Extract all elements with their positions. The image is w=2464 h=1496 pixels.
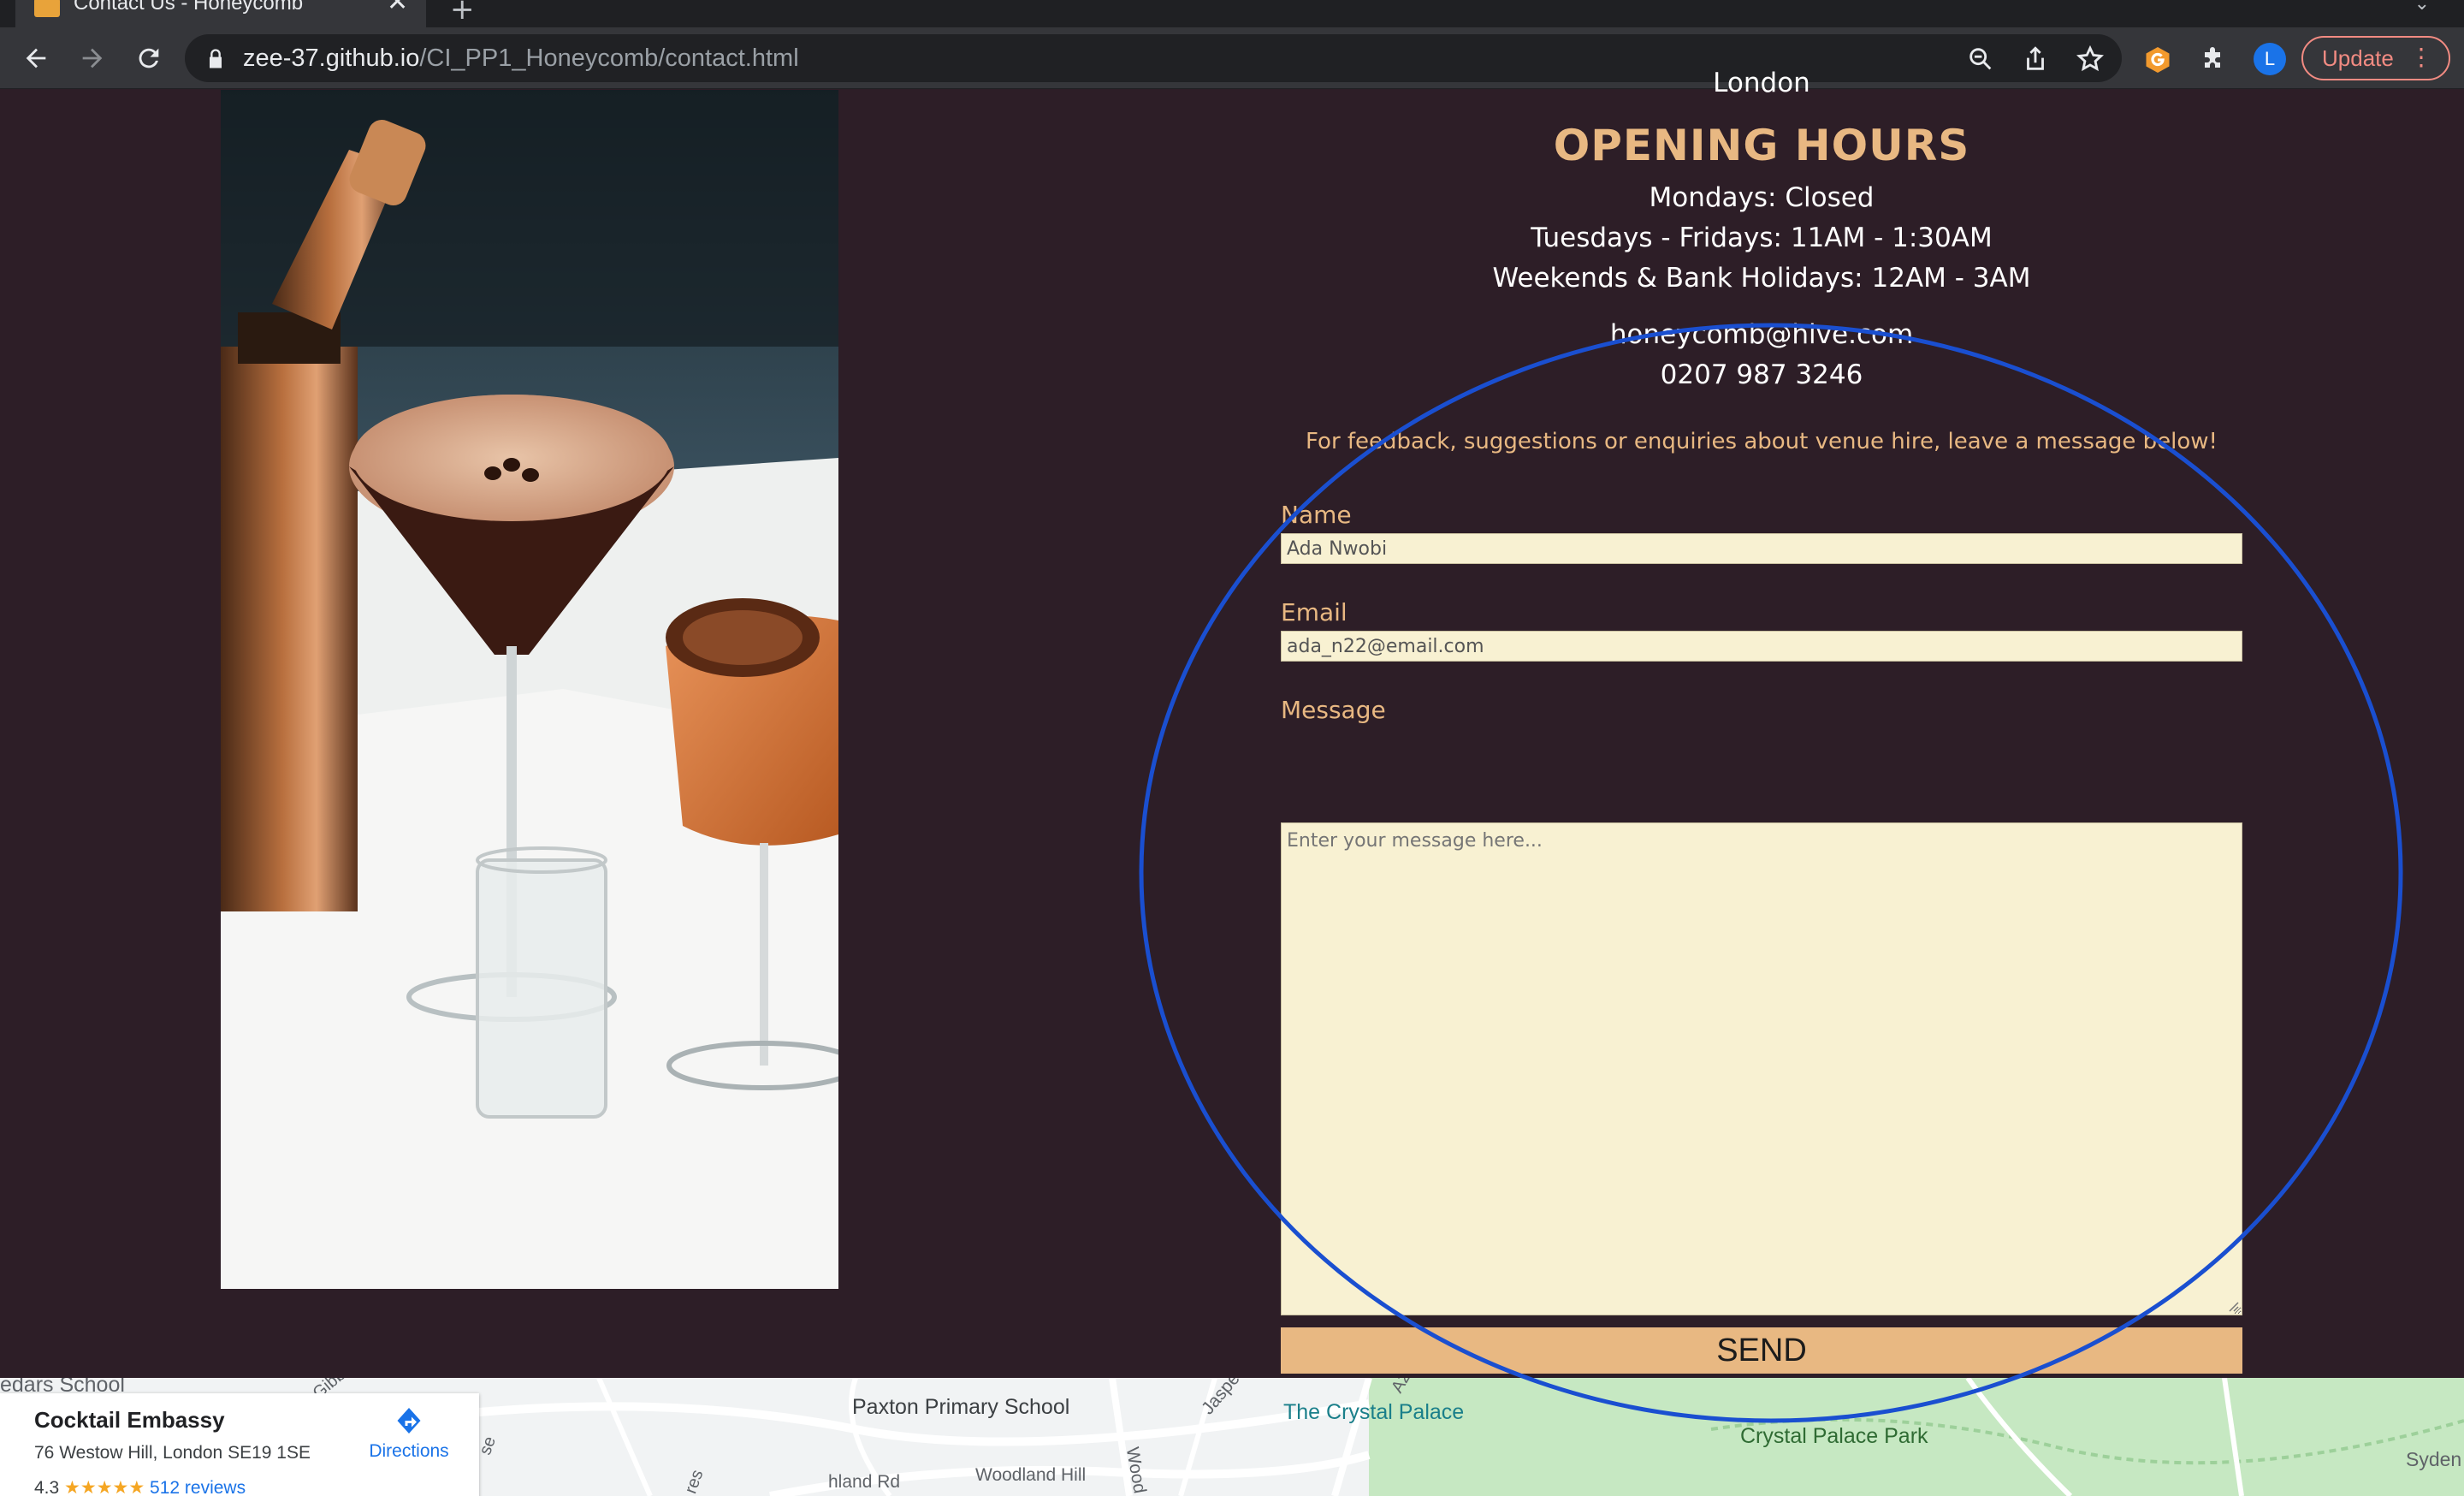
tab-title: Contact Us - Honeycomb <box>74 0 304 15</box>
hours-line-weekends: Weekends & Bank Holidays: 12AM - 3AM <box>1492 263 2031 294</box>
contact-page: London OPENING HOURS Mondays: Closed Tue… <box>0 68 2464 1378</box>
forward-arrow-icon[interactable] <box>68 27 116 89</box>
directions-icon <box>397 1408 421 1434</box>
update-label: Update <box>2322 45 2394 71</box>
google-map[interactable]: edars School Paxton Primary School The C… <box>0 1378 2464 1496</box>
map-label-paxton-school[interactable]: Paxton Primary School <box>852 1395 1069 1420</box>
back-arrow-icon[interactable] <box>12 27 60 89</box>
rating-value: 4.3 <box>34 1478 60 1496</box>
browser-tab[interactable]: Contact Us - Honeycomb ✕ <box>15 0 426 27</box>
email-label: Email <box>1281 598 1348 626</box>
directions-button[interactable]: Directions <box>358 1405 460 1462</box>
email-input[interactable] <box>1281 631 2242 662</box>
update-button[interactable]: Update ⋮ <box>2301 36 2450 80</box>
name-input[interactable] <box>1281 533 2242 564</box>
map-label-crystal-palace[interactable]: The Crystal Palace <box>1283 1400 1464 1425</box>
url-text[interactable]: zee-37.github.io/CI_PP1_Honeycomb/contac… <box>243 45 799 73</box>
honeycomb-favicon-icon <box>34 0 60 17</box>
directions-label: Directions <box>369 1441 449 1461</box>
map-label-road-1: hland Rd <box>828 1472 901 1492</box>
rating-stars-icon: ★★★★★ <box>64 1478 145 1496</box>
contact-email: honeycomb@hive.com <box>1609 319 1914 350</box>
place-card: Cocktail Embassy 76 Westow Hill, London … <box>0 1393 479 1496</box>
reload-icon[interactable] <box>125 27 173 89</box>
send-button[interactable]: SEND <box>1281 1327 2242 1374</box>
url-path: /CI_PP1_Honeycomb/contact.html <box>419 45 799 72</box>
address-city: London <box>1713 68 1810 98</box>
resize-grip-icon[interactable] <box>2225 1298 2239 1312</box>
place-name[interactable]: Cocktail Embassy <box>34 1407 225 1434</box>
lock-icon[interactable] <box>204 46 228 72</box>
menu-dots-icon[interactable]: ⋮ <box>2409 43 2433 71</box>
espresso-martini-photo <box>221 90 838 1289</box>
map-label-woodland-hill: Woodland Hill <box>975 1465 1087 1485</box>
feedback-prompt: For feedback, suggestions or enquiries a… <box>1306 429 2218 454</box>
profile-avatar[interactable]: L <box>2254 43 2286 75</box>
hours-line-weekdays: Tuesdays - Fridays: 11AM - 1:30AM <box>1531 223 1993 253</box>
message-label: Message <box>1281 696 1386 724</box>
hours-line-mondays: Mondays: Closed <box>1649 182 1875 213</box>
contact-phone: 0207 987 3246 <box>1660 359 1863 390</box>
place-rating: 4.3 ★★★★★ 512 reviews <box>34 1477 246 1496</box>
name-label: Name <box>1281 501 1352 529</box>
tab-strip: Contact Us - Honeycomb ✕ + ⌄ <box>0 0 2464 27</box>
message-textarea[interactable] <box>1281 822 2242 1315</box>
new-tab-icon[interactable]: + <box>450 0 475 24</box>
url-host: zee-37.github.io <box>243 45 420 72</box>
tab-search-chevron-icon[interactable]: ⌄ <box>2414 0 2430 15</box>
reviews-link[interactable]: 512 reviews <box>150 1478 246 1496</box>
map-label-crystal-palace-park[interactable]: Crystal Palace Park <box>1740 1424 1928 1449</box>
opening-hours-title: OPENING HOURS <box>1553 121 1970 170</box>
tab-close-icon[interactable]: ✕ <box>387 0 408 15</box>
map-label-syden: Syden <box>2406 1448 2462 1470</box>
place-address: 76 Westow Hill, London SE19 1SE <box>34 1443 311 1463</box>
